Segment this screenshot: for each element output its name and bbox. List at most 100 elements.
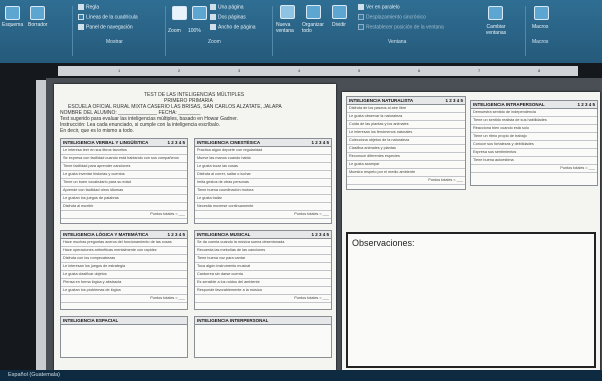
outline-button[interactable]: Esquema — [2, 22, 23, 28]
vertical-ruler[interactable] — [36, 80, 46, 370]
table-row: Tiene buena autoestima — [471, 157, 597, 165]
switch-windows-icon[interactable] — [488, 6, 503, 20]
two-pages-button[interactable]: Dos páginas — [210, 14, 246, 20]
separator — [272, 6, 273, 56]
macros-icon[interactable] — [534, 6, 549, 20]
draft-view-icon[interactable] — [30, 6, 45, 20]
magnifier-icon[interactable] — [172, 6, 187, 20]
one-page-button[interactable]: Una página — [210, 4, 244, 10]
ruler-checkbox[interactable]: Regla — [78, 4, 99, 10]
table-total: Puntos totales = ___ — [347, 177, 465, 185]
table-row: Disfruta al correr, saltar o luchar — [195, 171, 331, 179]
table-row: Disfruta de los paseos al aire libre — [347, 105, 465, 113]
table-total: Puntos totales = ___ — [195, 211, 331, 219]
observations-title: Observaciones: — [352, 238, 415, 248]
zoom-group-label: Zoom — [208, 39, 221, 45]
table-total: Puntos totales = ___ — [61, 211, 187, 219]
table-row: Demuestra sentido de independencia — [471, 109, 597, 117]
table-verbal: INTELIGENCIA VERBAL Y LINGÜÍSTICA 1 2 3 4… — [60, 138, 188, 224]
zoom-100-button[interactable]: 100% — [188, 28, 201, 34]
language-indicator[interactable]: Español (Guatemala) — [8, 372, 60, 378]
switch-windows-button[interactable]: Cambiar ventanas — [478, 24, 514, 36]
table-row: Le gusta acampar — [347, 161, 465, 169]
page-width-icon — [210, 24, 216, 30]
table-row: Tiene buena coordinación motora — [195, 187, 331, 195]
side-by-side-icon — [358, 4, 364, 10]
table-row: Mueve las manos cuando habla — [195, 155, 331, 163]
document-page-right[interactable]: INTELIGENCIA NATURALISTA 1 2 3 4 5 Disfru… — [342, 92, 600, 370]
table-total: Puntos totales = ___ — [195, 295, 331, 303]
table-row: Responde favorablemente a la música — [195, 287, 331, 295]
nav-pane-checkbox[interactable]: Panel de navegación — [78, 24, 133, 30]
macros-group: Macros Macros — [528, 0, 568, 63]
table-row: Le interesa leer en sus libros favoritos — [61, 147, 187, 155]
ruler-label: Regla — [86, 4, 100, 11]
table-row: Canturrea sin darse cuenta — [195, 271, 331, 279]
table-row: Practica algún deporte con regularidad — [195, 147, 331, 155]
outline-view-icon[interactable] — [5, 6, 20, 20]
table-row: Le interesan los juegos de estrategia — [61, 263, 187, 271]
reset-position-label: Restablecer posición de la ventana — [366, 24, 444, 31]
split-button[interactable]: Dividir — [332, 22, 346, 28]
table-title: INTELIGENCIA CINESTÉSICA 1 2 3 4 5 — [195, 139, 331, 147]
table-row: Imita gestos de otras personas — [195, 179, 331, 187]
table-row: Tiene buena voz para cantar — [195, 255, 331, 263]
split-icon[interactable] — [332, 5, 347, 19]
side-by-side-label: Ver en paralelo — [366, 4, 400, 11]
new-window-icon[interactable] — [280, 5, 295, 19]
checkbox-icon — [78, 14, 84, 20]
horizontal-ruler[interactable]: 12345678 — [58, 66, 578, 76]
draft-button[interactable]: Borrador — [28, 22, 47, 28]
arrange-all-button[interactable]: Organizar todo — [302, 22, 326, 34]
zoom-100-icon[interactable] — [192, 6, 207, 20]
table-row: Le gustan los juegos de palabras — [61, 195, 187, 203]
two-pages-icon — [210, 14, 216, 20]
table-interpersonal: INTELIGENCIA INTERPERSONAL — [194, 316, 332, 358]
table-title: INTELIGENCIA INTRAPERSONAL 1 2 3 4 5 — [471, 101, 597, 109]
zoom-group: Zoom 100% Una página Dos páginas Ancho d… — [168, 0, 268, 63]
table-spatial: INTELIGENCIA ESPACIAL — [60, 316, 188, 358]
table-row: Tiene facilidad para aprender canciones — [61, 163, 187, 171]
table-row: Le gusta observar la naturaleza — [347, 113, 465, 121]
table-kinesthetic: INTELIGENCIA CINESTÉSICA 1 2 3 4 5 Practi… — [194, 138, 332, 224]
document-page-left[interactable]: TEST DE LAS INTELIGENCIAS MÚLTIPLES PRIM… — [54, 84, 336, 370]
sync-scroll-label: Desplazamiento sincrónico — [366, 14, 426, 21]
table-total: Puntos totales = ___ — [471, 165, 597, 173]
side-by-side-button[interactable]: Ver en paralelo — [358, 4, 400, 10]
table-row: Toca algún instrumento musical — [195, 263, 331, 271]
window-group-label: Ventana — [388, 39, 407, 45]
window-buttons-group: Nueva ventana Organizar todo Dividir — [276, 0, 356, 63]
table-row: Piensa en forma lógica y abstracta — [61, 279, 187, 287]
doc-note: En decir, que es lo mismo a todo. — [60, 128, 134, 134]
new-window-button[interactable]: Nueva ventana — [276, 22, 298, 34]
views-group: Esquema Borrador — [0, 0, 60, 63]
table-row: Colecciona objetos de la naturaleza — [347, 137, 465, 145]
gridlines-label: Líneas de la cuadrícula — [86, 14, 138, 21]
table-row: Se da cuenta cuando la música suena dese… — [195, 239, 331, 247]
page-width-button[interactable]: Ancho de página — [210, 24, 256, 30]
table-title: INTELIGENCIA LÓGICA Y MATEMÁTICA 1 2 3 4 … — [61, 231, 187, 239]
table-title: INTELIGENCIA MUSICAL 1 2 3 4 5 — [195, 231, 331, 239]
table-row: Reacciona bien cuando está solo — [471, 125, 597, 133]
sync-scroll-button[interactable]: Desplazamiento sincrónico — [358, 14, 426, 20]
macros-button[interactable]: Macros — [532, 24, 548, 30]
observations-box[interactable]: Observaciones: — [346, 232, 596, 368]
table-row: Hace muchas preguntas acerca del funcion… — [61, 239, 187, 247]
document-workspace: TEST DE LAS INTELIGENCIAS MÚLTIPLES PRIM… — [46, 78, 602, 370]
table-musical: INTELIGENCIA MUSICAL 1 2 3 4 5 Se da cuen… — [194, 230, 332, 310]
table-title: INTELIGENCIA VERBAL Y LINGÜÍSTICA 1 2 3 4… — [61, 139, 187, 147]
gridlines-checkbox[interactable]: Líneas de la cuadrícula — [78, 14, 138, 20]
arrange-all-icon[interactable] — [306, 5, 321, 19]
status-bar: Español (Guatemala) — [0, 370, 602, 381]
table-row: Disfruta con los rompecabezas — [61, 255, 187, 263]
separator — [165, 6, 166, 56]
table-row: Disfruta al escribir — [61, 203, 187, 211]
show-group: Regla Líneas de la cuadrícula Panel de n… — [78, 0, 163, 63]
nav-pane-label: Panel de navegación — [86, 24, 133, 31]
show-group-label: Mostrar — [106, 39, 123, 45]
table-title: INTELIGENCIA ESPACIAL — [61, 317, 187, 325]
zoom-button[interactable]: Zoom — [168, 28, 181, 34]
table-title: INTELIGENCIA INTERPERSONAL — [195, 317, 331, 325]
table-row: Necesita moverse continuamente — [195, 203, 331, 211]
reset-position-button[interactable]: Restablecer posición de la ventana — [358, 24, 444, 30]
